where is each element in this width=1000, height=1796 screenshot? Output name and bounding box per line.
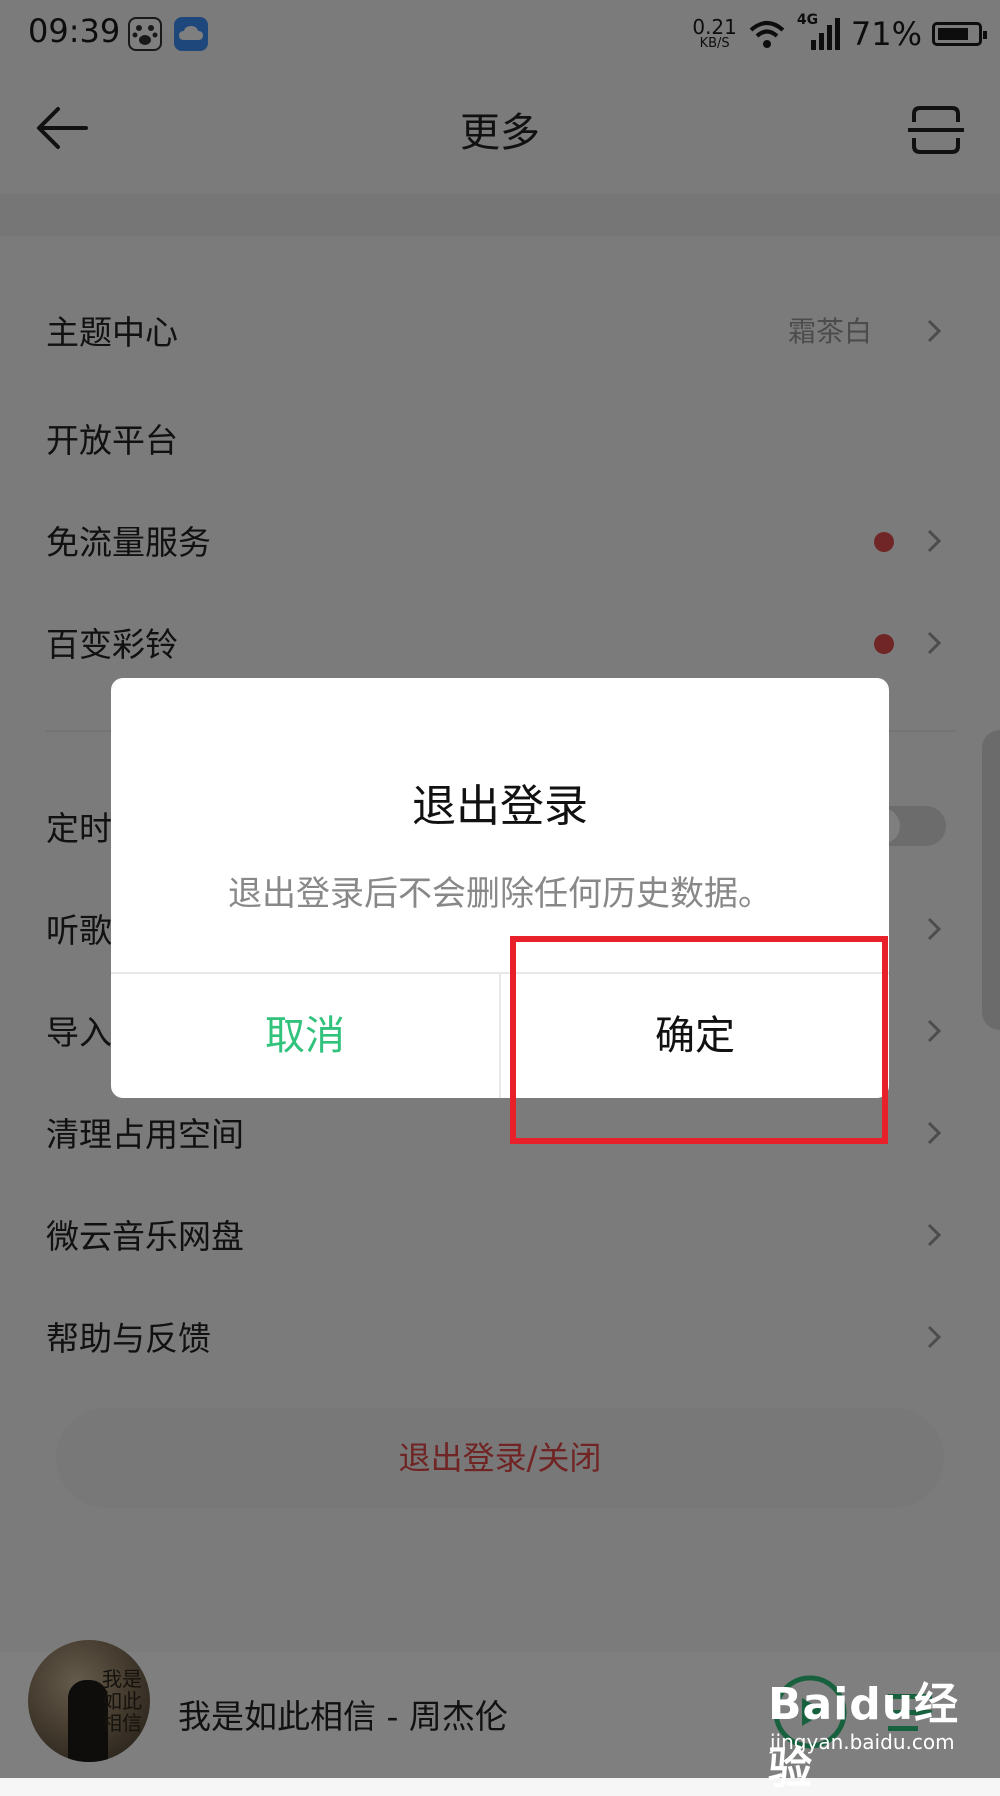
watermark-sub: jingyan.baidu.com — [770, 1730, 955, 1754]
baidu-jingyan-watermark: Baidu经验 jingyan.baidu.com — [768, 1668, 968, 1794]
dialog-message: 退出登录后不会删除任何历史数据。 — [228, 874, 772, 914]
highlight-annotation-box — [510, 936, 888, 1144]
dialog-title: 退出登录 — [412, 781, 588, 832]
cancel-button[interactable]: 取消 — [111, 974, 499, 1098]
